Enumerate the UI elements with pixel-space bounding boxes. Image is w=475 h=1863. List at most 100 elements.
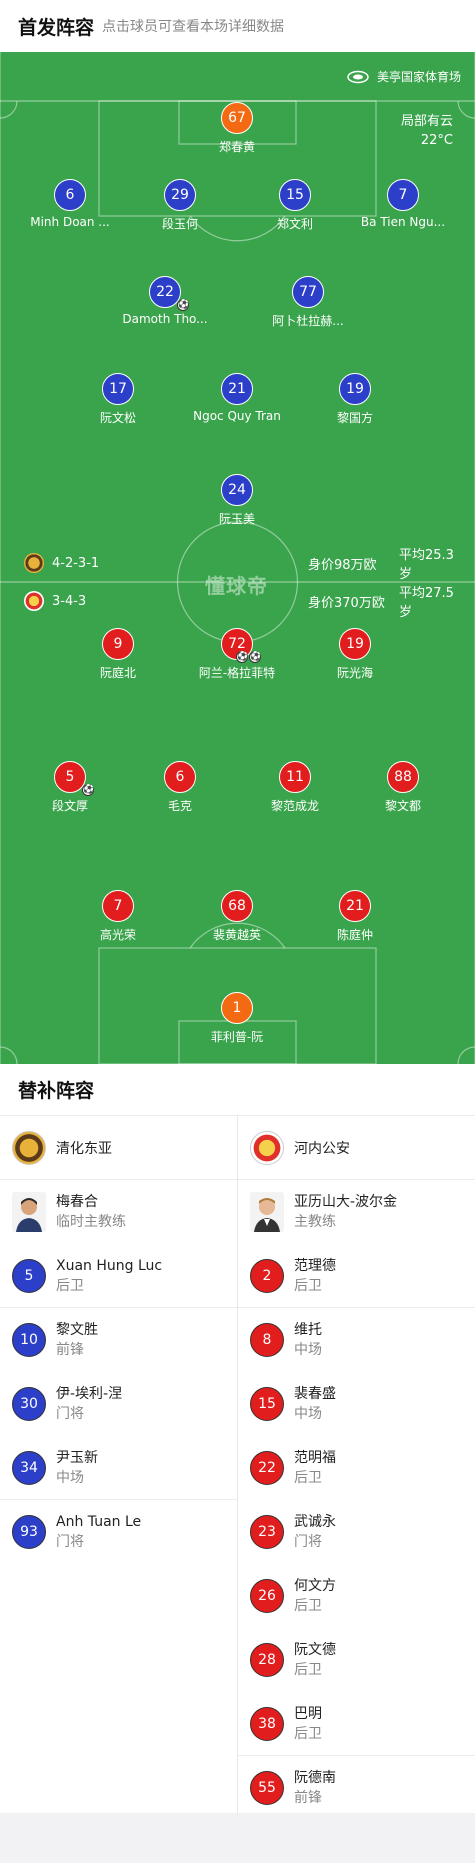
player-name: Ba Tien Ngu... xyxy=(360,215,446,229)
away-substitute-row[interactable]: 28 阮文德 后卫 xyxy=(238,1628,475,1692)
substitute-position: 前锋 xyxy=(56,1342,84,1358)
substitute-name: 阮德南 xyxy=(294,1770,336,1786)
stadium-icon xyxy=(347,70,369,83)
player-name: Damoth Tho... xyxy=(122,312,208,326)
player-number-badge: 6 xyxy=(54,179,86,211)
away-player-5[interactable]: 6 毛克 xyxy=(115,761,245,814)
substitute-name: 范理德 xyxy=(294,1257,336,1274)
away-player-1[interactable]: 9 阮庭北 xyxy=(53,628,183,681)
away-player-7[interactable]: 88 黎文都 xyxy=(338,761,468,814)
player-name: 菲利普-阮 xyxy=(210,1030,264,1044)
player-number-badge: 19 xyxy=(339,628,371,660)
substitute-position: 中场 xyxy=(294,1342,322,1358)
player-number-badge: 7 xyxy=(102,890,134,922)
home-substitute-row[interactable]: 5 Xuan Hung Luc 后卫 xyxy=(0,1244,237,1308)
home-player-11[interactable]: 24 阮玉美 xyxy=(172,474,302,527)
away-player-11[interactable]: 1 菲利普-阮 xyxy=(172,992,302,1045)
away-substitute-row[interactable]: 8 维托 中场 xyxy=(238,1308,475,1372)
home-player-7[interactable]: 77 阿卜杜拉赫... xyxy=(243,276,373,329)
home-substitute-row[interactable]: 34 尹玉新中场 xyxy=(0,1436,237,1500)
away-player-9[interactable]: 68 裴黄越英 xyxy=(172,890,302,943)
player-name: 阿兰-格拉菲特 xyxy=(198,666,276,680)
home-coach-row[interactable]: 梅春合 临时主教练 xyxy=(0,1180,237,1244)
home-player-1[interactable]: 67 郑春黄 xyxy=(172,102,302,155)
substitute-number-badge: 38 xyxy=(250,1706,284,1741)
stadium-info: 美亭国家体育场 xyxy=(347,68,461,85)
player-number-badge: 6 xyxy=(164,761,196,793)
away-team-logo-icon xyxy=(24,591,44,611)
player-number-badge: 15 xyxy=(279,179,311,211)
away-substitute-row[interactable]: 26 何文方 后卫 xyxy=(238,1564,475,1628)
player-name: 阮玉美 xyxy=(218,512,255,526)
away-formation: 3-4-3 xyxy=(52,593,87,609)
substitute-number-badge: 28 xyxy=(250,1643,284,1677)
player-number: 1 xyxy=(232,1000,242,1016)
home-team-row: 清化东亚 xyxy=(0,1116,237,1180)
away-player-3[interactable]: 19 阮光海 xyxy=(290,628,420,681)
player-name: 毛克 xyxy=(167,799,192,813)
substitute-position: 后卫 xyxy=(294,1470,322,1486)
player-number: 72 xyxy=(228,636,246,652)
home-team-logo-icon xyxy=(24,553,44,573)
substitute-name: 阮文德 xyxy=(294,1642,336,1658)
player-number-badge: 77 xyxy=(292,276,324,308)
away-team-name: 河内公安 xyxy=(294,1140,350,1157)
player-number-badge: 72 ⚽ ⚽ xyxy=(221,628,261,663)
substitute-position: 后卫 xyxy=(56,1277,84,1294)
away-player-10[interactable]: 21 陈庭仲 xyxy=(290,890,420,943)
substitute-name: 何文方 xyxy=(294,1578,336,1594)
player-name: 阿卜杜拉赫... xyxy=(272,314,344,328)
home-player-10[interactable]: 19 黎国方 xyxy=(290,373,420,426)
player-number-badge: 5 ⚽ xyxy=(54,761,94,796)
home-substitute-row[interactable]: 30 伊-埃利-涅 门将 xyxy=(0,1372,237,1436)
player-number-badge: 21 xyxy=(221,373,253,405)
home-player-8[interactable]: 17 阮文松 xyxy=(53,373,183,426)
substitute-number-badge: 15 xyxy=(250,1387,284,1421)
player-number: 6 xyxy=(175,769,185,785)
substitute-number-badge: 2 xyxy=(250,1258,284,1293)
goal-indicator: ⚽ xyxy=(176,299,189,311)
player-number: 17 xyxy=(109,381,127,397)
home-player-3[interactable]: 29 段玉何 xyxy=(115,179,245,232)
away-substitute-row[interactable]: 55 阮德南 前锋 xyxy=(238,1756,475,1820)
player-number: 67 xyxy=(228,110,246,126)
player-number-badge: 11 xyxy=(279,761,311,793)
away-substitute-row[interactable]: 15 裴春盛 中场 xyxy=(238,1372,475,1436)
substitute-number-badge: 34 xyxy=(12,1450,46,1485)
player-name: 阮光海 xyxy=(336,666,373,680)
substitute-number-badge: 30 xyxy=(12,1387,46,1421)
substitute-position: 门将 xyxy=(294,1534,322,1550)
away-substitute-row[interactable]: 38 巴明 后卫 xyxy=(238,1692,475,1756)
coach-name: 梅春合 xyxy=(56,1194,98,1210)
substitute-name: 尹玉新 xyxy=(56,1449,98,1466)
substitute-position: 后卫 xyxy=(294,1725,322,1742)
soccer-ball-icon: ⚽ xyxy=(249,651,262,663)
substitute-name: 伊-埃利-涅 xyxy=(56,1386,123,1402)
home-formation: 4-2-3-1 xyxy=(52,555,100,571)
substitute-name: 黎文胜 xyxy=(56,1322,98,1338)
home-player-6[interactable]: 22 ⚽ Damoth Tho... xyxy=(100,276,230,326)
player-name: Ngoc Quy Tran xyxy=(193,409,281,423)
home-substitute-row[interactable]: 93 Anh Tuan Le 门将 xyxy=(0,1500,237,1564)
away-coach-row[interactable]: 亚历山大-波尔金 主教练 xyxy=(238,1180,475,1244)
substitutes-header: 替补阵容 xyxy=(0,1064,475,1116)
away-substitute-row[interactable]: 22 范明福 后卫 xyxy=(238,1436,475,1500)
home-player-5[interactable]: 7 Ba Tien Ngu... xyxy=(338,179,468,229)
player-name: 段文厚 xyxy=(51,799,88,813)
player-number: 6 xyxy=(65,187,75,203)
away-player-2[interactable]: 72 ⚽ ⚽ 阿兰-格拉菲特 xyxy=(172,628,302,681)
substitute-number-badge: 8 xyxy=(250,1323,284,1357)
substitutes-title: 替补阵容 xyxy=(18,1080,95,1102)
away-substitute-row[interactable]: 23 武诚永 门将 xyxy=(238,1500,475,1564)
player-number: 21 xyxy=(346,898,364,914)
away-player-8[interactable]: 7 高光荣 xyxy=(53,890,183,943)
home-substitute-row[interactable]: 10 黎文胜 前锋 xyxy=(0,1308,237,1372)
player-number: 19 xyxy=(346,381,364,397)
substitute-position: 中场 xyxy=(56,1469,84,1486)
home-team-value: 身价98万欧 xyxy=(308,557,377,573)
home-team-avg-age: 平均25.3岁 xyxy=(399,548,454,582)
home-player-9[interactable]: 21 Ngoc Quy Tran xyxy=(172,373,302,423)
player-number: 15 xyxy=(286,187,304,203)
away-substitute-row[interactable]: 2 范理德 后卫 xyxy=(238,1244,475,1308)
substitute-name: 裴春盛 xyxy=(294,1386,336,1402)
